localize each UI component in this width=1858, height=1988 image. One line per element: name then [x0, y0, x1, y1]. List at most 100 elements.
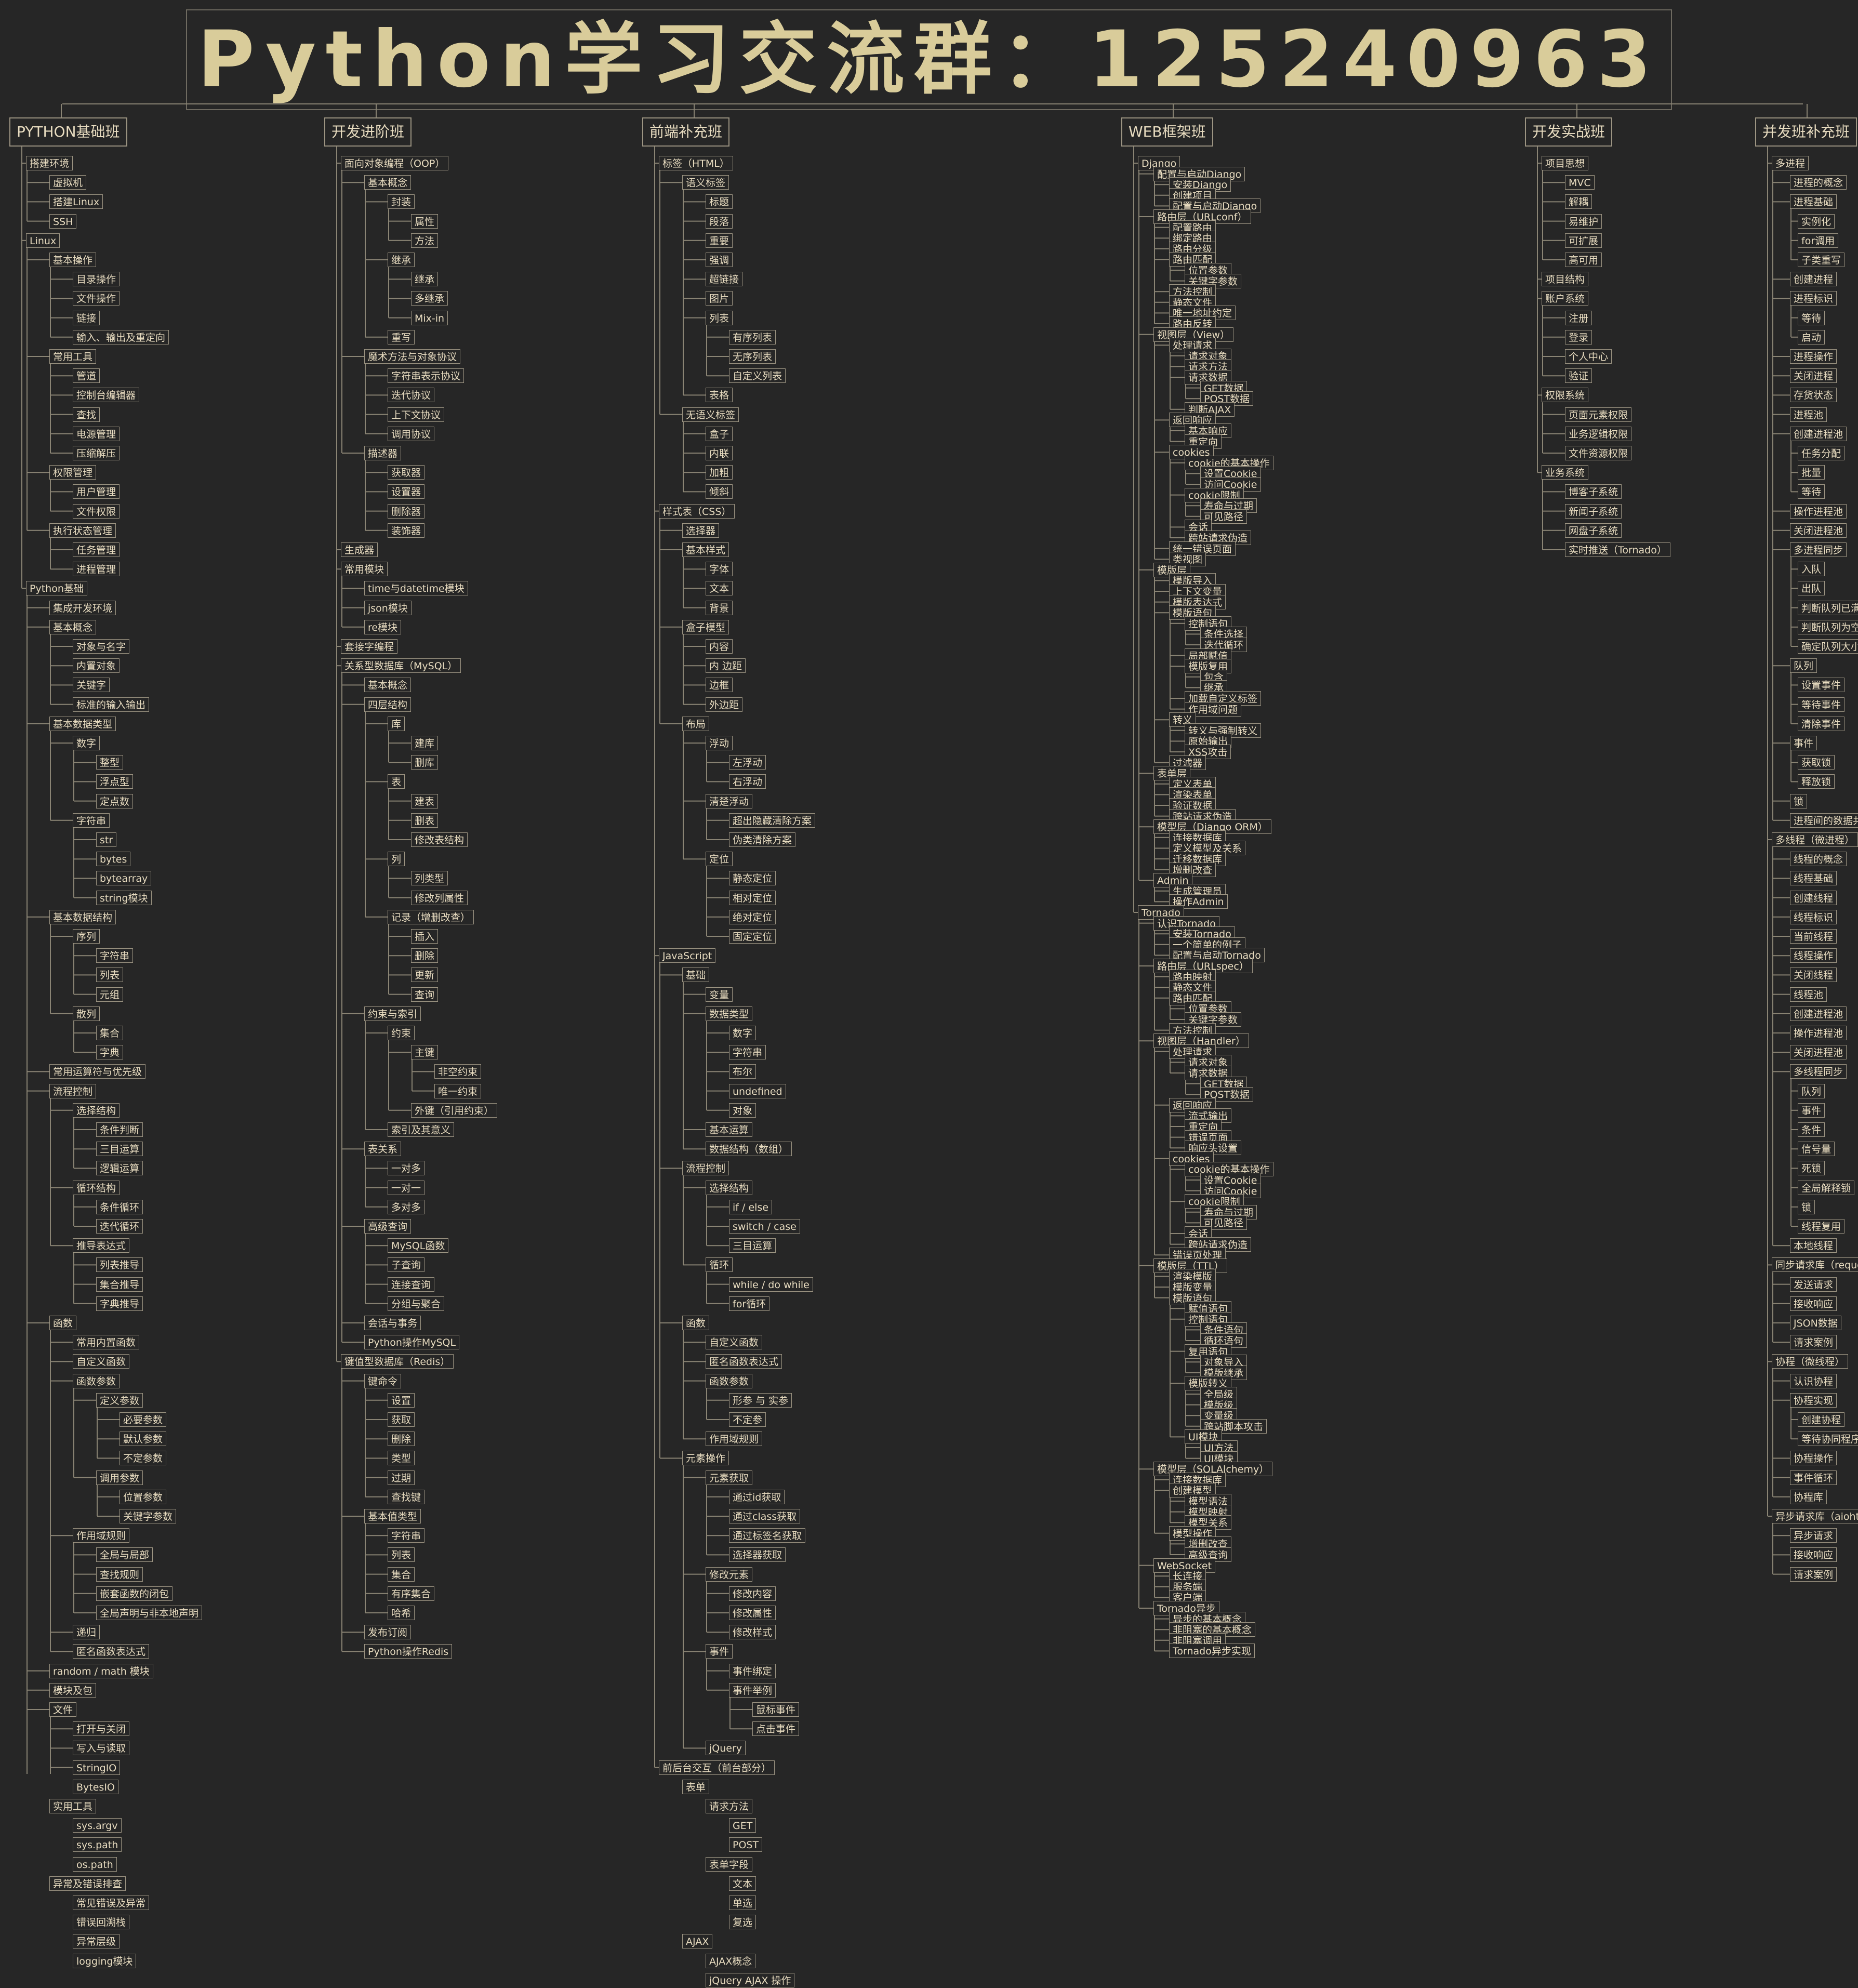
- column-header[interactable]: 开发进阶班: [324, 117, 412, 147]
- mindmap-node[interactable]: 点击事件: [752, 1721, 800, 1737]
- mindmap-node[interactable]: 通过标签名获取: [729, 1528, 806, 1543]
- mindmap-node[interactable]: GET: [729, 1818, 757, 1833]
- mindmap-node[interactable]: 主键: [411, 1045, 439, 1060]
- mindmap-node[interactable]: 查找规则: [96, 1567, 143, 1582]
- mindmap-node[interactable]: 高可用: [1565, 253, 1602, 267]
- mindmap-node[interactable]: 修改列属性: [411, 890, 468, 905]
- mindmap-node[interactable]: 哈希: [388, 1606, 415, 1620]
- mindmap-node[interactable]: 写入与读取: [73, 1741, 130, 1756]
- mindmap-node[interactable]: random / math 模块: [49, 1663, 153, 1678]
- mindmap-node[interactable]: 列表推导: [96, 1257, 143, 1273]
- mindmap-node[interactable]: 右浮动: [729, 774, 766, 789]
- mindmap-node[interactable]: 数据结构（数组）: [706, 1142, 792, 1157]
- mindmap-node[interactable]: 获取锁: [1798, 755, 1835, 770]
- mindmap-node[interactable]: 进程基础: [1790, 194, 1837, 209]
- mindmap-node[interactable]: 默认参数: [120, 1432, 167, 1447]
- mindmap-node[interactable]: 链接: [73, 310, 100, 325]
- mindmap-node[interactable]: AJAX概念: [706, 1953, 756, 1968]
- mindmap-node[interactable]: 字典: [96, 1045, 124, 1060]
- mindmap-node[interactable]: 文本: [706, 581, 733, 596]
- mindmap-node[interactable]: 文件资源权限: [1565, 446, 1632, 460]
- mindmap-node[interactable]: 套接字编程: [341, 639, 398, 654]
- mindmap-node[interactable]: Linux: [26, 233, 60, 248]
- column-header[interactable]: 前端补充班: [642, 117, 730, 147]
- mindmap-node[interactable]: sys.argv: [73, 1818, 122, 1833]
- mindmap-node[interactable]: Python基础: [26, 581, 87, 596]
- mindmap-node[interactable]: 固定定位: [729, 929, 776, 944]
- mindmap-node[interactable]: 形参 与 实参: [729, 1393, 792, 1408]
- mindmap-node[interactable]: 异常及错误排查: [49, 1876, 126, 1891]
- mindmap-node[interactable]: POST: [729, 1837, 763, 1852]
- mindmap-node[interactable]: 发送请求: [1790, 1277, 1837, 1292]
- mindmap-node[interactable]: Python操作MySQL: [364, 1335, 460, 1350]
- mindmap-node[interactable]: Tornado异步实现: [1169, 1644, 1255, 1659]
- column-header[interactable]: 开发实战班: [1525, 117, 1613, 147]
- mindmap-node[interactable]: 条件: [1798, 1122, 1825, 1137]
- mindmap-node[interactable]: 继承: [411, 272, 439, 287]
- mindmap-node[interactable]: for循环: [729, 1296, 770, 1311]
- mindmap-node[interactable]: 更新: [411, 968, 439, 983]
- mindmap-node[interactable]: 基础: [682, 968, 710, 983]
- mindmap-node[interactable]: 伪类清除方案: [729, 832, 796, 847]
- mindmap-node[interactable]: 常用模块: [341, 562, 388, 577]
- mindmap-node[interactable]: 线程的概念: [1790, 852, 1847, 867]
- mindmap-node[interactable]: logging模块: [73, 1953, 137, 1968]
- mindmap-node[interactable]: 基本概念: [364, 175, 412, 190]
- mindmap-node[interactable]: 修改元素: [706, 1567, 753, 1582]
- mindmap-node[interactable]: 高级查询: [364, 1219, 412, 1234]
- mindmap-node[interactable]: 对象: [729, 1103, 757, 1118]
- mindmap-node[interactable]: 约束: [388, 1026, 415, 1040]
- mindmap-node[interactable]: 异步请求库（aiohttp）: [1772, 1509, 1858, 1523]
- mindmap-node[interactable]: 进程标识: [1790, 291, 1837, 306]
- mindmap-node[interactable]: 键命令: [364, 1373, 402, 1388]
- mindmap-node[interactable]: 单选: [729, 1896, 757, 1910]
- mindmap-node[interactable]: 条件判断: [96, 1122, 143, 1137]
- mindmap-node[interactable]: 网盘子系统: [1565, 523, 1622, 538]
- mindmap-node[interactable]: 段落: [706, 214, 733, 229]
- mindmap-node[interactable]: 通过id获取: [729, 1489, 785, 1504]
- mindmap-node[interactable]: 列类型: [411, 871, 448, 886]
- mindmap-node[interactable]: 执行状态管理: [49, 523, 116, 538]
- mindmap-node[interactable]: 推导表达式: [73, 1238, 130, 1253]
- mindmap-node[interactable]: 复选: [729, 1915, 757, 1930]
- mindmap-node[interactable]: 多线程（微进程）: [1772, 832, 1858, 847]
- mindmap-node[interactable]: 对象与名字: [73, 639, 130, 654]
- mindmap-node[interactable]: 锁: [1790, 793, 1808, 809]
- mindmap-node[interactable]: 三目运算: [729, 1238, 776, 1253]
- mindmap-node[interactable]: 协程实现: [1790, 1393, 1837, 1408]
- mindmap-node[interactable]: 不定参: [729, 1412, 766, 1427]
- mindmap-node[interactable]: 协程操作: [1790, 1451, 1837, 1466]
- mindmap-node[interactable]: 等待事件: [1798, 697, 1845, 712]
- mindmap-node[interactable]: 流程控制: [49, 1083, 97, 1098]
- mindmap-node[interactable]: 表格: [706, 388, 733, 403]
- mindmap-node[interactable]: 散列: [73, 1006, 100, 1021]
- mindmap-node[interactable]: 入队: [1798, 562, 1825, 577]
- mindmap-node[interactable]: bytes: [96, 852, 131, 867]
- mindmap-node[interactable]: 协程（微线程）: [1772, 1354, 1849, 1369]
- mindmap-node[interactable]: 删库: [411, 755, 439, 770]
- mindmap-node[interactable]: 输入、输出及重定向: [73, 329, 169, 344]
- mindmap-node[interactable]: 类型: [388, 1451, 415, 1466]
- mindmap-node[interactable]: 博客子系统: [1565, 484, 1622, 499]
- mindmap-node[interactable]: 同步请求库（requests）: [1772, 1257, 1858, 1273]
- mindmap-node[interactable]: 序列: [73, 929, 100, 944]
- mindmap-node[interactable]: 进程操作: [1790, 349, 1837, 364]
- mindmap-node[interactable]: 面向对象编程（OOP）: [341, 156, 449, 170]
- mindmap-node[interactable]: 边框: [706, 678, 733, 693]
- mindmap-node[interactable]: 当前线程: [1790, 929, 1837, 944]
- mindmap-node[interactable]: 请求案例: [1790, 1567, 1837, 1582]
- mindmap-node[interactable]: 确定队列大小: [1798, 639, 1858, 654]
- mindmap-node[interactable]: 有序列表: [729, 329, 776, 344]
- mindmap-node[interactable]: 线程标识: [1790, 909, 1837, 924]
- mindmap-node[interactable]: bytearray: [96, 871, 152, 886]
- mindmap-node[interactable]: 修改属性: [729, 1606, 776, 1620]
- mindmap-node[interactable]: 一对多: [388, 1161, 425, 1176]
- mindmap-node[interactable]: StringIO: [73, 1760, 121, 1775]
- mindmap-node[interactable]: 数据类型: [706, 1006, 753, 1021]
- mindmap-node[interactable]: 递归: [73, 1625, 100, 1640]
- mindmap-node[interactable]: 文件操作: [73, 291, 120, 306]
- mindmap-node[interactable]: 线程复用: [1798, 1219, 1845, 1234]
- mindmap-node[interactable]: 多对多: [388, 1199, 425, 1214]
- mindmap-node[interactable]: 字符串: [96, 948, 134, 963]
- mindmap-node[interactable]: 目录操作: [73, 272, 120, 287]
